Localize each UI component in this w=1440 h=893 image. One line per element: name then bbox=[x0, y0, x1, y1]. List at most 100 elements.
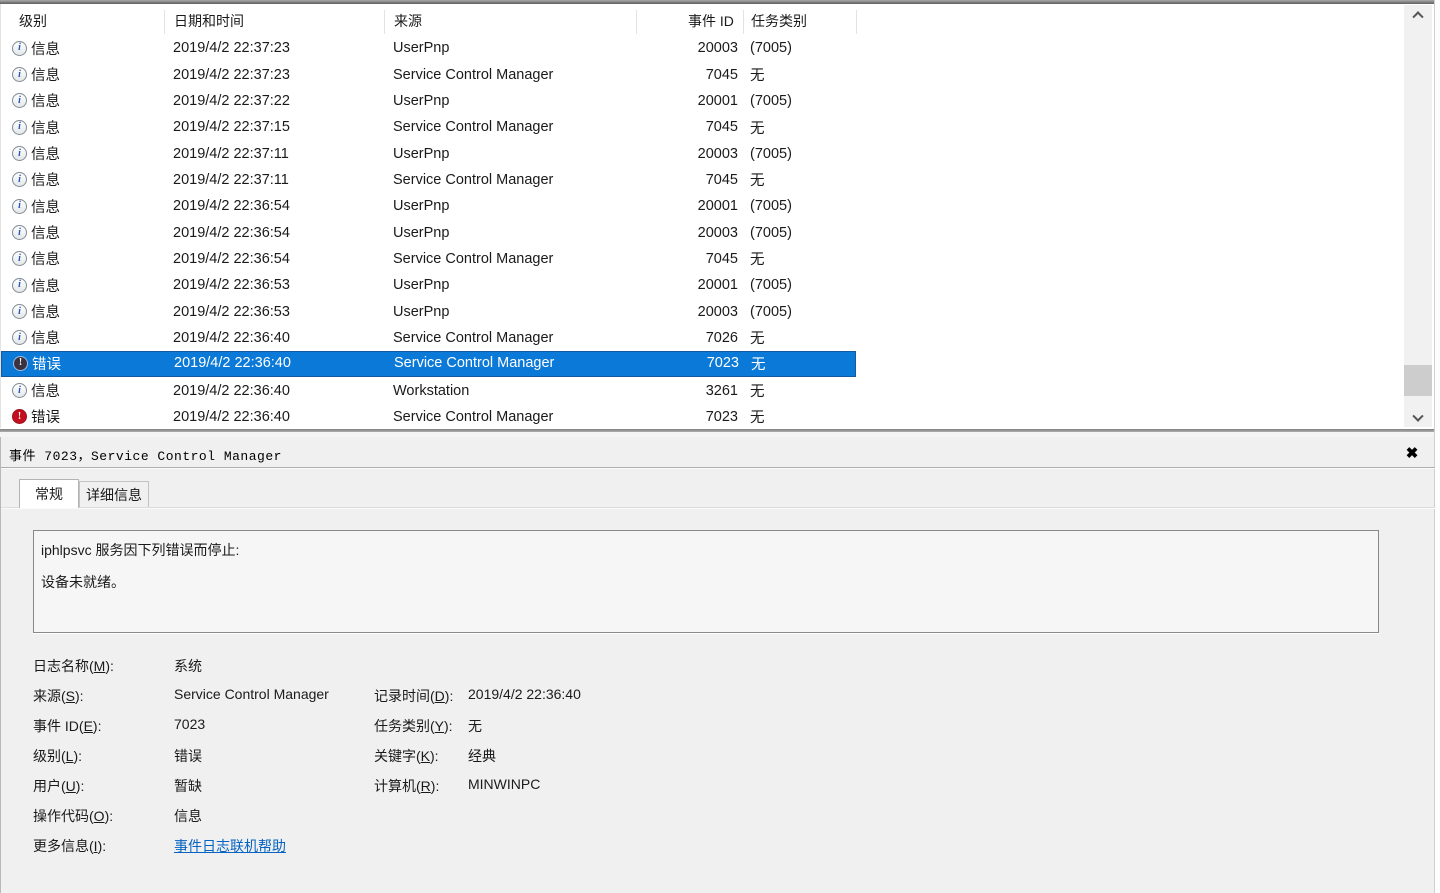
table-row[interactable]: i信息2019/4/2 22:36:54Service Control Mana… bbox=[1, 246, 856, 272]
event-source: UserPnp bbox=[393, 140, 633, 166]
info-icon: i bbox=[12, 172, 27, 187]
event-datetime: 2019/4/2 22:37:11 bbox=[173, 140, 388, 166]
column-divider[interactable] bbox=[856, 10, 857, 34]
table-row[interactable]: !错误2019/4/2 22:36:40Service Control Mana… bbox=[1, 351, 856, 377]
property-label-text: 事件 ID( bbox=[33, 718, 84, 734]
event-source: UserPnp bbox=[393, 272, 633, 298]
table-row[interactable]: i信息2019/4/2 22:37:22UserPnp20001(7005) bbox=[1, 88, 856, 114]
property-label: 记录时间(D): bbox=[374, 686, 453, 706]
close-detail-pane-button[interactable]: ✖ bbox=[1399, 442, 1425, 464]
event-description-box[interactable]: iphlpsvc 服务因下列错误而停止: 设备未就绪。 bbox=[33, 530, 1379, 633]
property-label-text: ): bbox=[73, 748, 82, 764]
property-label-text: 级别( bbox=[33, 748, 66, 764]
scroll-down-button[interactable] bbox=[1404, 410, 1432, 427]
event-task: (7005) bbox=[750, 140, 854, 166]
detail-pane-title: 事件 7023，Service Control Manager bbox=[9, 445, 282, 464]
property-label: 关键字(K): bbox=[374, 746, 439, 766]
property-label-text: ): bbox=[98, 838, 107, 854]
info-icon: i bbox=[12, 383, 27, 398]
column-header-datetime[interactable]: 日期和时间 bbox=[174, 11, 244, 31]
column-header-task[interactable]: 任务类别 bbox=[751, 11, 807, 31]
property-value: 2019/4/2 22:36:40 bbox=[468, 686, 581, 702]
property-label: 用户(U): bbox=[33, 776, 84, 796]
event-id: 7023 bbox=[636, 404, 738, 430]
event-task: 无 bbox=[750, 167, 854, 193]
error-icon: ! bbox=[13, 356, 28, 371]
column-header-source[interactable]: 来源 bbox=[394, 11, 422, 31]
info-icon: i bbox=[12, 67, 27, 82]
scrollbar-thumb[interactable] bbox=[1404, 365, 1432, 396]
event-datetime: 2019/4/2 22:37:23 bbox=[173, 35, 388, 61]
column-divider[interactable] bbox=[384, 10, 385, 34]
event-task: (7005) bbox=[750, 35, 854, 61]
table-row[interactable]: !错误2019/4/2 22:36:40Service Control Mana… bbox=[1, 404, 856, 430]
chevron-up-icon bbox=[1412, 11, 1423, 22]
tab-general[interactable]: 常规 bbox=[19, 479, 79, 508]
event-source: UserPnp bbox=[393, 193, 633, 219]
property-label-text: O bbox=[94, 808, 105, 824]
column-header-eventid[interactable]: 事件 ID bbox=[688, 11, 734, 31]
event-task: 无 bbox=[750, 325, 854, 351]
table-row[interactable]: i信息2019/4/2 22:37:11Service Control Mana… bbox=[1, 167, 856, 193]
column-header-level[interactable]: 级别 bbox=[19, 11, 47, 31]
event-task: (7005) bbox=[750, 219, 854, 245]
property-value: 信息 bbox=[174, 806, 202, 826]
event-id: 7045 bbox=[636, 114, 738, 140]
info-icon: i bbox=[12, 251, 27, 266]
column-divider[interactable] bbox=[743, 10, 744, 34]
level-label: 信息 bbox=[31, 380, 60, 401]
property-label: 操作代码(O): bbox=[33, 806, 113, 826]
table-row[interactable]: i信息2019/4/2 22:36:40Workstation3261无 bbox=[1, 377, 856, 403]
table-row[interactable]: i信息2019/4/2 22:36:53UserPnp20003(7005) bbox=[1, 298, 856, 324]
level-label: 信息 bbox=[31, 64, 60, 85]
table-row[interactable]: i信息2019/4/2 22:37:11UserPnp20003(7005) bbox=[1, 140, 856, 166]
event-rows: i信息2019/4/2 22:37:23UserPnp20003(7005)i信… bbox=[1, 35, 1434, 430]
error-icon: ! bbox=[12, 409, 27, 424]
event-task: 无 bbox=[750, 114, 854, 140]
event-id: 20001 bbox=[636, 272, 738, 298]
property-value: 事件日志联机帮助 bbox=[174, 836, 286, 856]
event-task: (7005) bbox=[750, 88, 854, 114]
column-divider[interactable] bbox=[636, 10, 637, 34]
event-datetime: 2019/4/2 22:36:40 bbox=[173, 404, 388, 430]
table-row[interactable]: i信息2019/4/2 22:36:54UserPnp20001(7005) bbox=[1, 193, 856, 219]
event-detail-pane: 事件 7023，Service Control Manager ✖ 常规 详细信… bbox=[0, 437, 1434, 893]
event-id: 3261 bbox=[636, 377, 738, 403]
tab-details[interactable]: 详细信息 bbox=[79, 481, 149, 508]
table-row[interactable]: i信息2019/4/2 22:37:15Service Control Mana… bbox=[1, 114, 856, 140]
table-row[interactable]: i信息2019/4/2 22:37:23Service Control Mana… bbox=[1, 61, 856, 87]
event-datetime: 2019/4/2 22:37:23 bbox=[173, 61, 388, 87]
table-row[interactable]: i信息2019/4/2 22:37:23UserPnp20003(7005) bbox=[1, 35, 856, 61]
event-task: (7005) bbox=[750, 193, 854, 219]
property-label-text: ): bbox=[105, 658, 114, 674]
property-label-text: ): bbox=[445, 688, 454, 704]
column-divider[interactable] bbox=[164, 10, 165, 34]
info-icon: i bbox=[12, 304, 27, 319]
table-row[interactable]: i信息2019/4/2 22:36:54UserPnp20003(7005) bbox=[1, 219, 856, 245]
property-label-text: 任务类别( bbox=[374, 718, 435, 734]
event-source: Service Control Manager bbox=[393, 246, 633, 272]
table-row[interactable]: i信息2019/4/2 22:36:40Service Control Mana… bbox=[1, 325, 856, 351]
property-label-text: ): bbox=[444, 718, 453, 734]
level-label: 错误 bbox=[31, 406, 60, 427]
property-label-text: 关键字( bbox=[374, 748, 421, 764]
event-id: 7045 bbox=[636, 246, 738, 272]
property-label-text: S bbox=[66, 688, 75, 704]
vertical-scrollbar[interactable] bbox=[1404, 5, 1432, 427]
table-row[interactable]: i信息2019/4/2 22:36:53UserPnp20001(7005) bbox=[1, 272, 856, 298]
event-source: Workstation bbox=[393, 377, 633, 403]
event-datetime: 2019/4/2 22:36:54 bbox=[173, 219, 388, 245]
event-source: Service Control Manager bbox=[393, 114, 633, 140]
property-label-text: ): bbox=[93, 718, 102, 734]
event-id: 20003 bbox=[636, 140, 738, 166]
event-task: (7005) bbox=[750, 272, 854, 298]
property-label: 来源(S): bbox=[33, 686, 84, 706]
property-label-text: 操作代码( bbox=[33, 808, 94, 824]
property-label-text: ): bbox=[75, 688, 84, 704]
property-value: 暂缺 bbox=[174, 776, 202, 796]
property-label: 日志名称(M): bbox=[33, 656, 114, 676]
property-label: 事件 ID(E): bbox=[33, 716, 101, 736]
event-log-online-help-link[interactable]: 事件日志联机帮助 bbox=[174, 838, 286, 854]
property-value: 系统 bbox=[174, 656, 202, 676]
scroll-up-button[interactable] bbox=[1404, 5, 1432, 22]
